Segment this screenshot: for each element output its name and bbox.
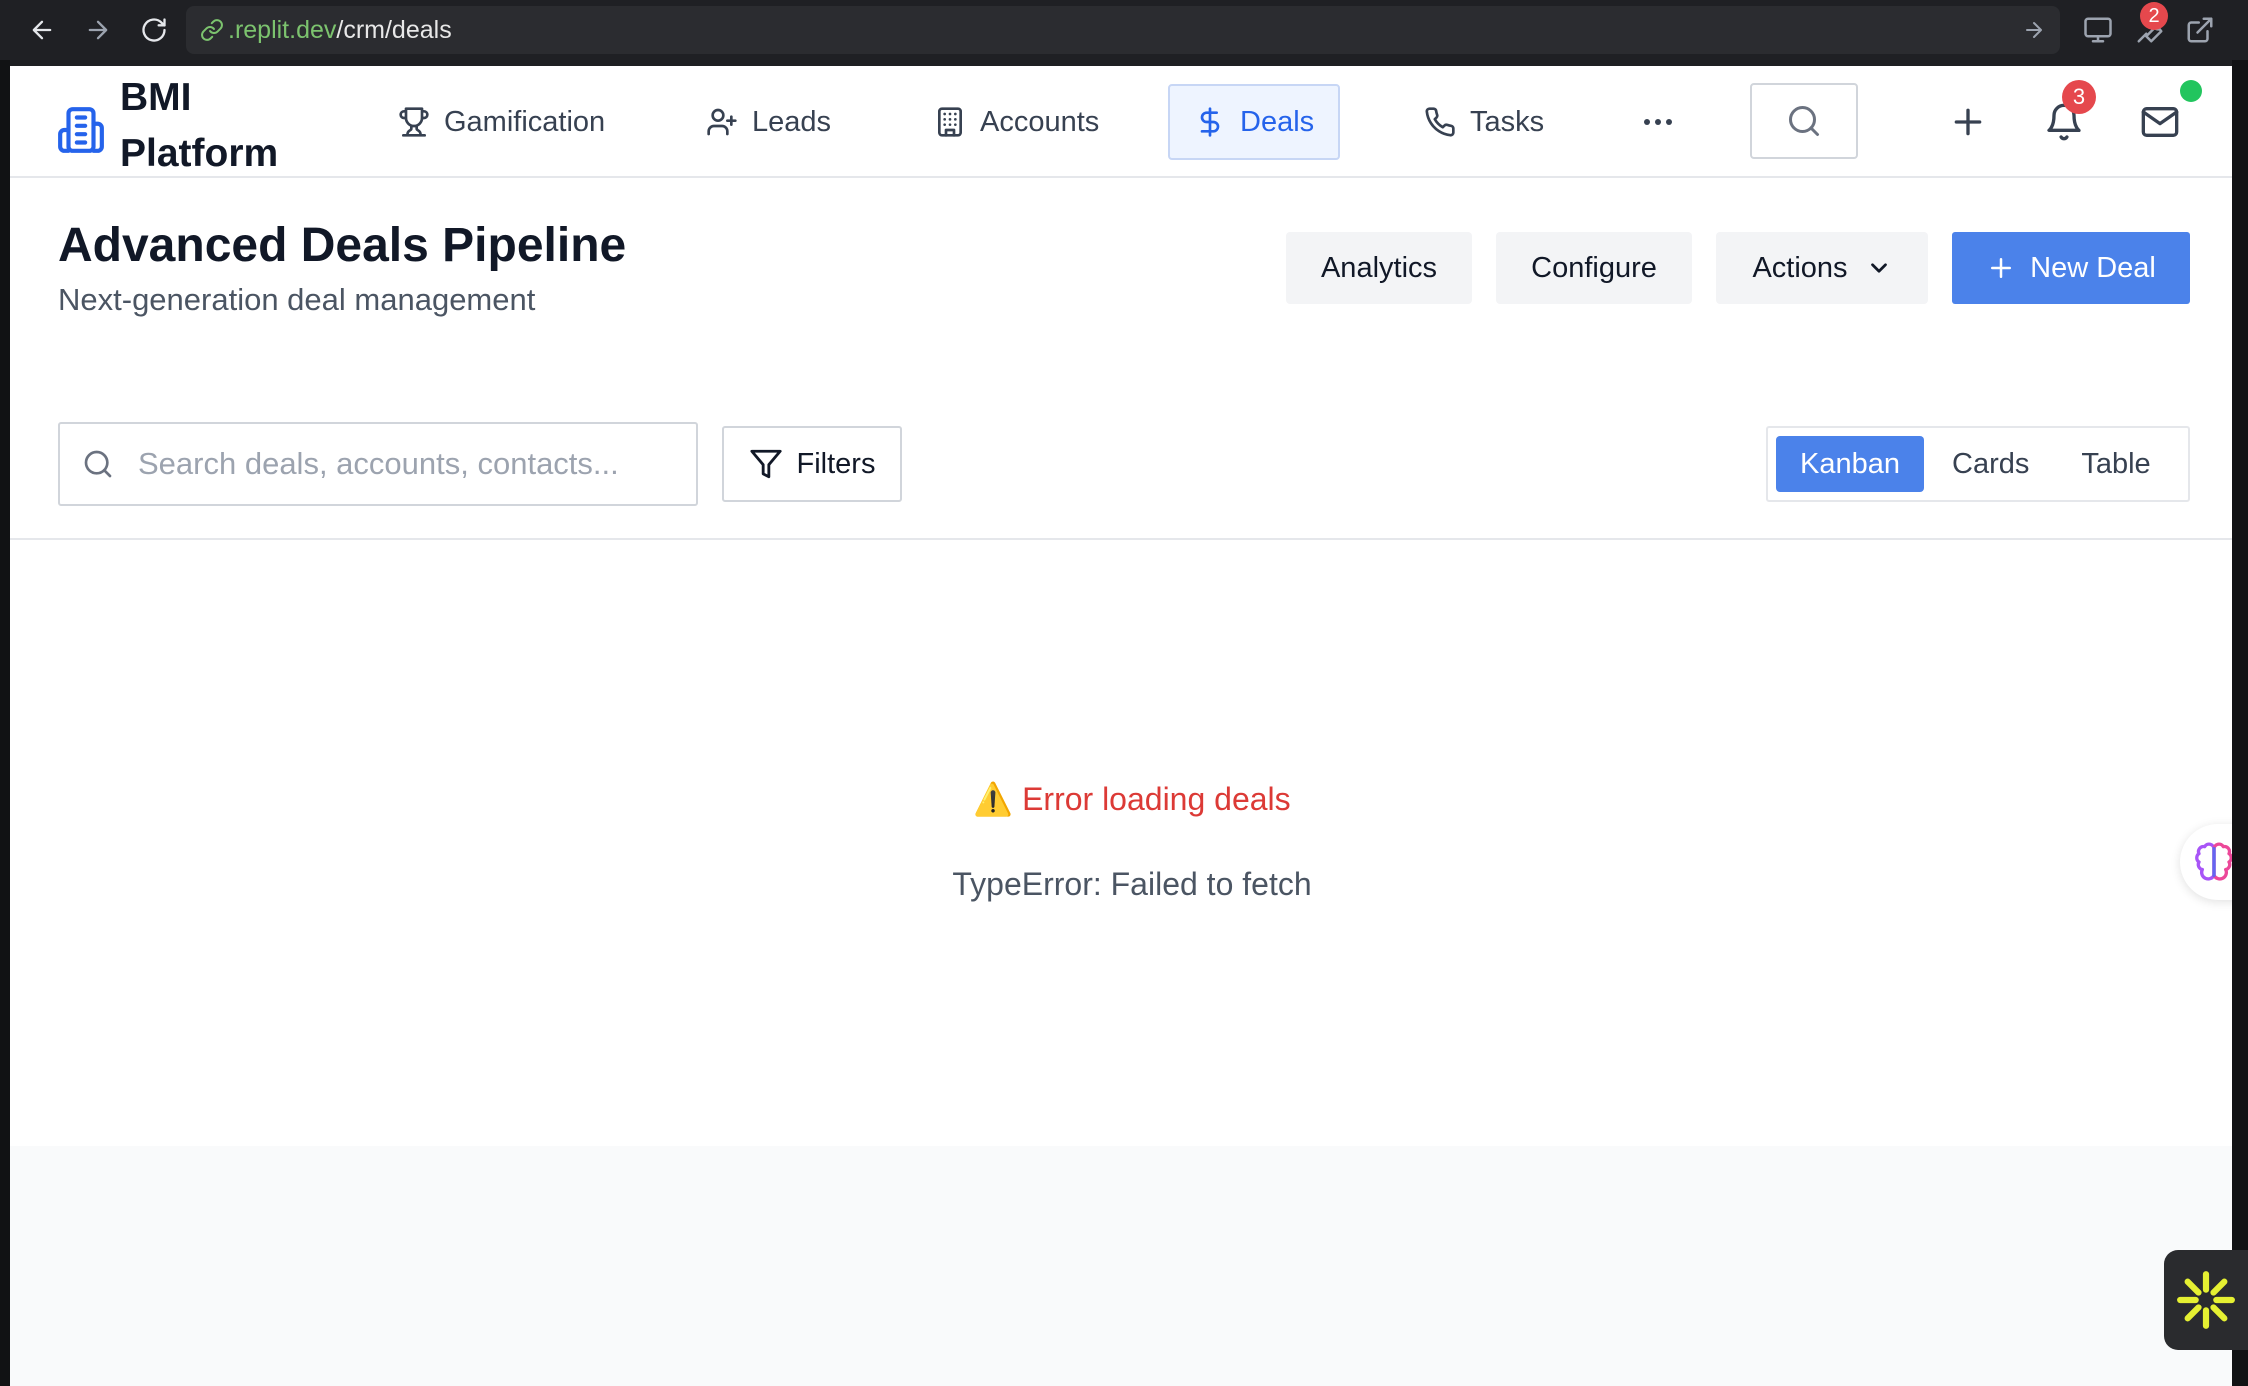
reload-button[interactable]	[134, 10, 174, 50]
top-navigation: BMI Platform Gamification Leads Accounts…	[10, 66, 2232, 178]
deals-content: ⚠️ Error loading deals TypeError: Failed…	[10, 540, 2232, 1146]
configure-button[interactable]: Configure	[1496, 232, 1692, 304]
search-icon	[1789, 106, 1819, 136]
refresh-icon	[142, 18, 166, 42]
arrow-left-icon	[32, 20, 52, 40]
page-subtitle: Next-generation deal management	[58, 282, 536, 317]
filters-button[interactable]: Filters	[722, 426, 902, 502]
error-detail: TypeError: Failed to fetch	[952, 866, 1312, 902]
dollar-icon	[1200, 107, 1220, 137]
error-message: ⚠️ Error loading deals	[10, 780, 2232, 818]
mail-icon	[2141, 107, 2179, 137]
window-left-edge	[0, 60, 10, 1386]
extensions-badge: 2	[2140, 2, 2168, 30]
warning-icon: ⚠️	[973, 781, 1014, 817]
more-horizontal-icon	[1644, 119, 1672, 125]
configure-label: Configure	[1531, 251, 1657, 284]
filter-icon	[749, 449, 782, 479]
external-link-icon[interactable]	[2182, 12, 2218, 48]
plus-icon	[1991, 258, 2012, 278]
url-path: /crm/deals	[336, 15, 452, 44]
url-host: .replit.dev	[228, 15, 337, 44]
sparkle-icon	[2177, 1271, 2235, 1329]
nav-more-button[interactable]	[1630, 102, 1686, 142]
view-kanban[interactable]: Kanban	[1776, 436, 1924, 492]
phone-icon	[1425, 107, 1455, 137]
chevron-down-icon	[1870, 263, 1887, 273]
analytics-label: Analytics	[1320, 251, 1438, 284]
create-button[interactable]	[1942, 96, 1994, 148]
online-status-dot	[2180, 80, 2202, 102]
replit-agent-widget[interactable]	[2164, 1250, 2248, 1350]
nav-item-label: Tasks	[1470, 105, 1545, 138]
nav-item-deals[interactable]: Deals	[1168, 84, 1341, 160]
monitor-icon[interactable]	[2080, 12, 2116, 48]
actions-label: Actions	[1752, 251, 1848, 284]
view-cards[interactable]: Cards	[1928, 436, 2053, 492]
view-table[interactable]: Table	[2057, 436, 2174, 492]
arrow-right-icon[interactable]	[2022, 18, 2046, 42]
page-title: Advanced Deals Pipeline	[58, 219, 627, 272]
search-icon	[84, 450, 112, 478]
link-icon	[201, 19, 223, 41]
filters-label: Filters	[796, 447, 876, 480]
analytics-button[interactable]: Analytics	[1286, 232, 1472, 304]
messages-button[interactable]	[2134, 96, 2186, 148]
page-header: Advanced Deals Pipeline Next-generation …	[10, 178, 2232, 540]
forward-button[interactable]	[78, 10, 118, 50]
global-search-button[interactable]	[1750, 83, 1858, 159]
back-button[interactable]	[22, 10, 62, 50]
app-viewport: BMI Platform Gamification Leads Accounts…	[10, 66, 2232, 1386]
building-icon	[58, 107, 104, 153]
new-deal-label: New Deal	[2030, 251, 2156, 284]
brand[interactable]: BMI Platform	[56, 70, 300, 182]
plus-icon	[1954, 108, 1982, 136]
actions-dropdown[interactable]: Actions	[1716, 232, 1928, 304]
nav-item-label: Leads	[752, 105, 832, 138]
nav-item-tasks[interactable]: Tasks	[1400, 84, 1568, 160]
deal-search-input[interactable]	[138, 446, 618, 482]
nav-item-leads[interactable]: Leads	[682, 84, 855, 160]
view-switcher: Kanban Cards Table	[1766, 426, 2190, 502]
window-right-edge	[2232, 60, 2248, 1386]
nav-item-label: Gamification	[444, 105, 606, 138]
nav-item-gamification[interactable]: Gamification	[374, 84, 629, 160]
error-title: Error loading deals	[1022, 781, 1291, 817]
arrow-right-icon	[88, 20, 108, 40]
user-plus-icon	[707, 108, 737, 136]
building-icon	[938, 107, 962, 137]
nav-item-label: Accounts	[980, 105, 1100, 138]
deal-search	[58, 422, 698, 506]
brand-name: BMI Platform	[120, 76, 279, 175]
new-deal-button[interactable]: New Deal	[1952, 232, 2190, 304]
notifications-badge: 3	[2062, 80, 2096, 114]
nav-item-label: Deals	[1240, 105, 1315, 138]
brain-icon	[2195, 842, 2232, 881]
nav-item-accounts[interactable]: Accounts	[910, 84, 1123, 160]
url-bar[interactable]: .replit.dev/crm/deals	[186, 6, 2060, 54]
browser-toolbar: .replit.dev/crm/deals 2	[0, 0, 2248, 60]
trophy-icon	[399, 107, 429, 137]
